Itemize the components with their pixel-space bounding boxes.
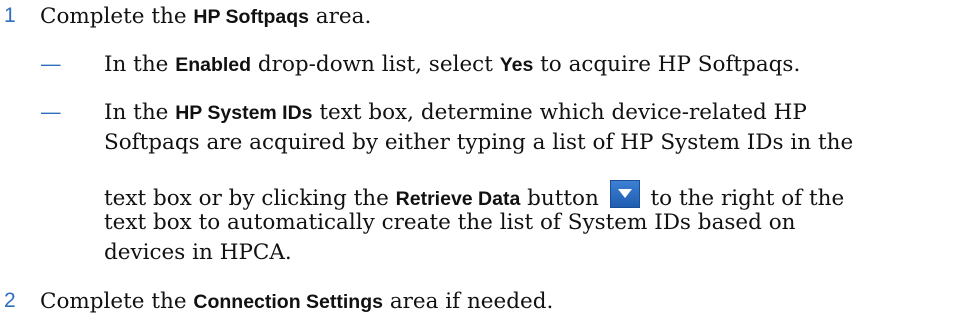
step-text-a: Complete the: [40, 289, 194, 314]
substep-line-3-a: text box or by clicking the: [104, 186, 396, 211]
step-text-b: area.: [308, 4, 372, 29]
substep-line-1: In the HP System IDs text box, determine…: [104, 100, 807, 125]
substep-text-d: to acquire HP Softpaqs.: [533, 52, 801, 77]
step-text: Complete the HP Softpaqs area.: [40, 4, 371, 29]
substep-bold-2: Yes: [499, 54, 534, 76]
substep-line-3: text box or by clicking the Retrieve Dat…: [104, 180, 844, 211]
substep-text-a: In the: [104, 52, 176, 77]
step-bold: Connection Settings: [193, 291, 383, 313]
substep-line-5: devices in HPCA.: [104, 240, 292, 265]
retrieve-data-button[interactable]: [609, 180, 640, 208]
dash-bullet: —: [40, 100, 62, 125]
step-text: Complete the Connection Settings area if…: [40, 289, 553, 314]
dash-bullet: —: [40, 52, 62, 77]
dropdown-arrow-icon: [617, 189, 632, 198]
substep-text-c: drop-down list, select: [251, 52, 500, 77]
substep-line-1-a: In the: [104, 100, 176, 125]
substep-line-2: Softpaqs are acquired by either typing a…: [104, 130, 854, 155]
substep-line-3-bold: Retrieve Data: [395, 188, 521, 210]
substep-line-4: text box to automatically create the lis…: [104, 210, 796, 235]
step-text-b: area if needed.: [382, 289, 554, 314]
substep-bold-1: Enabled: [175, 54, 252, 76]
step-number: 1: [4, 4, 16, 27]
substep-line-1-bold: HP System IDs: [175, 102, 313, 124]
substep-line-3-c: to the right of the: [643, 186, 845, 211]
step-number: 2: [4, 289, 16, 312]
step-bold: HP Softpaqs: [193, 6, 309, 28]
substep-line-3-b: button: [520, 186, 606, 211]
substep-line-1-b: text box, determine which device-related…: [312, 100, 807, 125]
step-text-a: Complete the: [40, 4, 194, 29]
substep-text: In the Enabled drop-down list, select Ye…: [104, 52, 800, 77]
